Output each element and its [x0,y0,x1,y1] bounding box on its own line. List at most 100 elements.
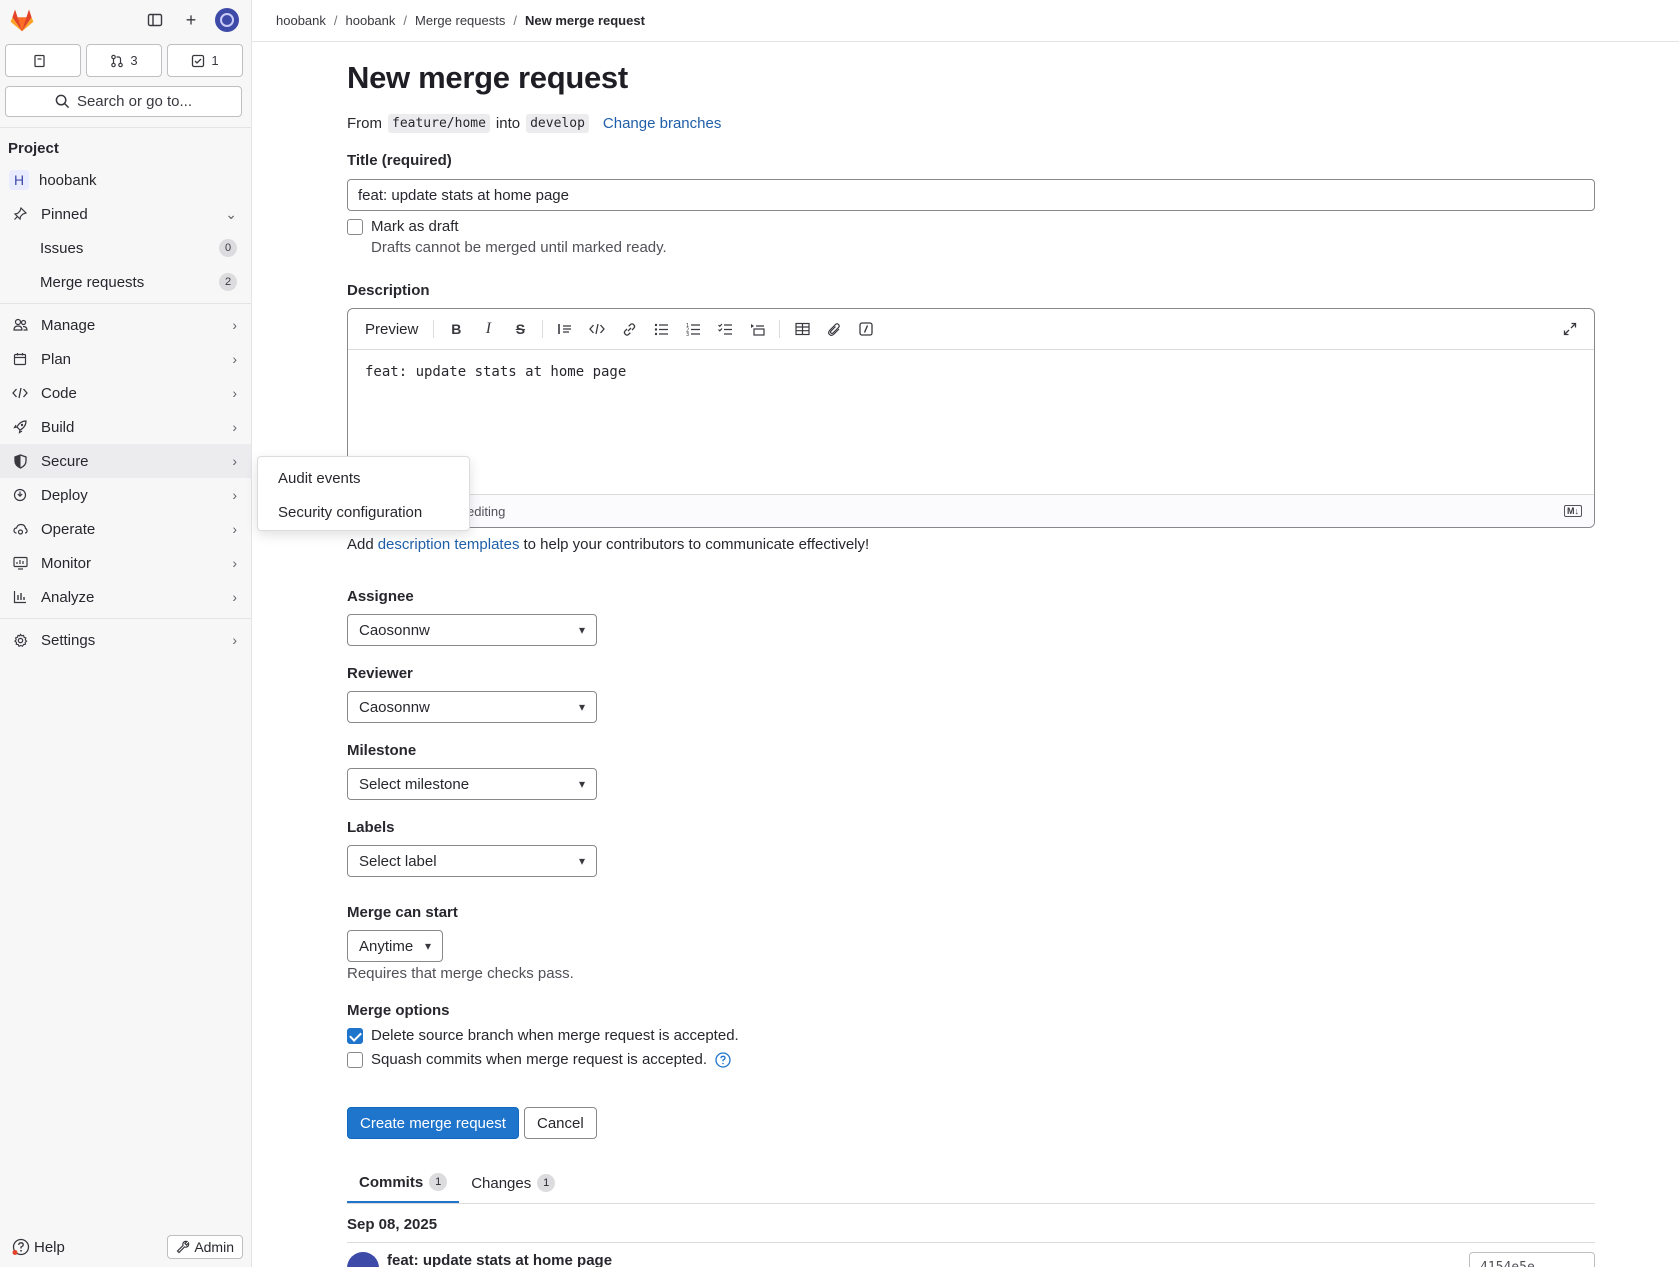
issues-counter-button[interactable] [5,44,81,77]
commit-date: Sep 08, 2025 [347,1216,438,1233]
description-editor: Preview B I S 123 feat: update stats at … [347,308,1595,528]
sidebar-item-manage[interactable]: Manage › [0,308,251,342]
assignee-select[interactable]: Caosonnw ▾ [347,614,597,646]
quote-icon[interactable] [551,315,579,343]
markdown-icon[interactable]: M↓ [1564,505,1582,517]
svg-text:3: 3 [686,332,689,336]
chart-icon [12,589,28,605]
sidebar-item-issues[interactable]: Issues 0 [0,231,251,265]
merge-start-select[interactable]: Anytime ▾ [347,930,443,962]
labels-label: Labels [347,819,395,836]
preview-button[interactable]: Preview [358,315,425,343]
user-avatar[interactable] [215,8,239,32]
chevron-down-icon: ⌄ [225,205,237,222]
milestone-select[interactable]: Select milestone ▾ [347,768,597,800]
merge-requests-counter-button[interactable]: 3 [86,44,162,77]
search-button[interactable]: Search or go to... [5,86,242,117]
labels-select[interactable]: Select label ▾ [347,845,597,877]
sidebar-item-merge-requests[interactable]: Merge requests 2 [0,265,251,299]
strikethrough-icon[interactable]: S [506,315,534,343]
chevron-down-icon: ▾ [578,854,585,868]
description-textarea[interactable]: feat: update stats at home page [348,350,1594,394]
chevron-down-icon: ▾ [578,777,585,791]
bullet-list-icon[interactable] [647,315,675,343]
description-label: Description [347,282,430,299]
sidebar-item-settings[interactable]: Settings › [0,623,251,657]
table-icon[interactable] [788,315,816,343]
task-list-icon[interactable] [711,315,739,343]
sidebar-item-code[interactable]: Code › [0,376,251,410]
tab-commits[interactable]: Commits 1 [347,1163,460,1203]
collapsible-section-icon[interactable] [743,315,771,343]
plus-icon[interactable]: + [179,8,203,32]
fullscreen-icon[interactable] [1556,315,1584,343]
sidebar-item-operate[interactable]: Operate › [0,512,251,546]
commit-row: feat: update stats at home page 4154e5e [347,1252,1595,1267]
search-icon [55,94,70,109]
templates-hint: Add description templates to help your c… [347,536,870,553]
sidebar-item-pinned[interactable]: Pinned ⌄ [0,197,251,231]
tab-changes[interactable]: Changes 1 [459,1163,567,1203]
sidebar-toggle-icon[interactable] [143,8,167,32]
description-templates-link[interactable]: description templates [378,536,520,553]
gear-icon [12,632,28,648]
breadcrumb-item[interactable]: hoobank [346,13,396,28]
editor-toolbar: Preview B I S 123 [348,309,1594,350]
admin-button[interactable]: Admin [167,1235,243,1259]
draft-checkbox-row[interactable]: Mark as draft [347,218,459,235]
code-icon[interactable] [583,315,611,343]
bold-icon[interactable]: B [442,315,470,343]
commit-sha[interactable]: 4154e5e [1469,1252,1595,1267]
delete-branch-row[interactable]: Delete source branch when merge request … [347,1027,739,1044]
sidebar-item-secure[interactable]: Secure › [0,444,251,478]
chevron-right-icon: › [232,555,237,571]
calendar-icon [12,351,28,367]
count-badge: 0 [219,239,237,257]
breadcrumb-item[interactable]: Merge requests [415,13,505,28]
users-icon [12,317,28,333]
todos-counter-button[interactable]: 1 [167,44,243,77]
flyout-item-audit-events[interactable]: Audit events [258,461,469,495]
secure-flyout-menu: Audit events Security configuration [257,456,470,531]
draft-checkbox[interactable] [347,218,363,235]
sidebar-item-deploy[interactable]: Deploy › [0,478,251,512]
chevron-down-icon: ▾ [424,939,431,953]
gitlab-logo-icon[interactable] [8,6,36,34]
numbered-list-icon[interactable]: 123 [679,315,707,343]
squash-checkbox[interactable] [347,1051,363,1068]
slash-command-icon[interactable] [852,315,880,343]
squash-row[interactable]: Squash commits when merge request is acc… [347,1051,731,1068]
help-circle-icon[interactable] [715,1051,731,1068]
help-button[interactable]: Help [12,1238,65,1256]
sidebar-item-analyze[interactable]: Analyze › [0,580,251,614]
source-branch: feature/home [388,114,490,133]
breadcrumb-item[interactable]: hoobank [276,13,326,28]
flyout-item-security-configuration[interactable]: Security configuration [258,495,469,529]
attachment-icon[interactable] [820,315,848,343]
create-merge-request-button[interactable]: Create merge request [347,1107,519,1139]
issues-icon [34,54,45,67]
delete-branch-checkbox[interactable] [347,1027,363,1044]
chevron-right-icon: › [232,589,237,605]
sidebar-project[interactable]: H hoobank [0,163,251,197]
title-input[interactable]: feat: update stats at home page [347,179,1595,211]
commit-title[interactable]: feat: update stats at home page [387,1252,612,1267]
draft-help: Drafts cannot be merged until marked rea… [371,239,667,256]
pin-icon [12,206,28,222]
chevron-right-icon: › [232,632,237,648]
sidebar-item-monitor[interactable]: Monitor › [0,546,251,580]
cancel-button[interactable]: Cancel [524,1107,597,1139]
sidebar-section-title: Project [8,140,59,157]
reviewer-select[interactable]: Caosonnw ▾ [347,691,597,723]
shield-icon [12,453,28,469]
merge-start-help: Requires that merge checks pass. [347,965,574,982]
link-icon[interactable] [615,315,643,343]
change-branches-link[interactable]: Change branches [603,115,721,132]
sidebar-item-plan[interactable]: Plan › [0,342,251,376]
target-branch: develop [526,114,589,133]
italic-icon[interactable]: I [474,315,502,343]
project-avatar: H [9,170,29,190]
merge-options-label: Merge options [347,1002,450,1019]
commit-author-avatar[interactable] [347,1252,379,1267]
sidebar-item-build[interactable]: Build › [0,410,251,444]
